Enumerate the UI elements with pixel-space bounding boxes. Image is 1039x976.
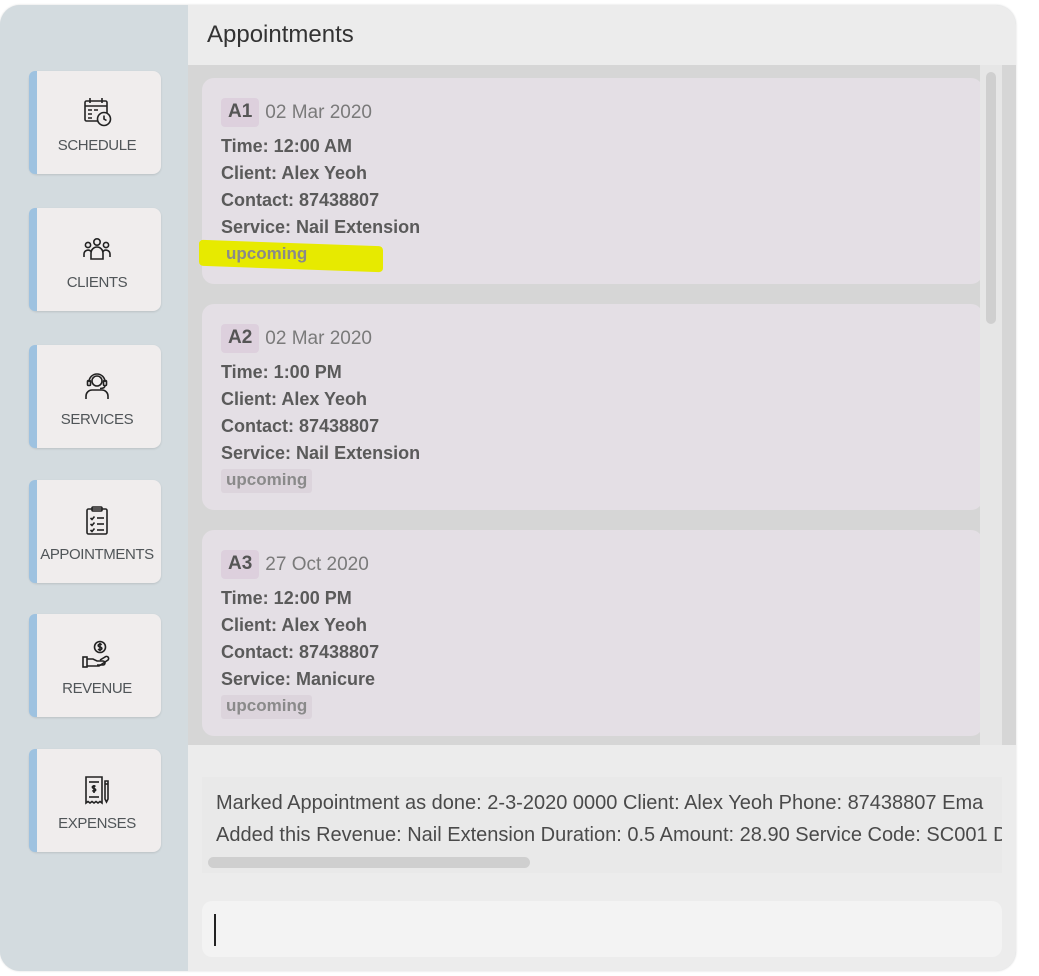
sidebar-item-label: REVENUE bbox=[62, 680, 132, 697]
appointment-list[interactable]: A1 02 Mar 2020 Time: 12:00 AM Client: Al… bbox=[188, 65, 1016, 745]
appointment-service: Service: Nail Extension bbox=[221, 217, 421, 237]
appointment-contact: Contact: 87438807 bbox=[221, 416, 380, 436]
appointment-card[interactable]: A2 02 Mar 2020 Time: 1:00 PM Client: Ale… bbox=[202, 304, 983, 510]
command-box[interactable] bbox=[202, 901, 1002, 957]
appointment-service: Service: Manicure bbox=[221, 669, 376, 689]
receipt-pen-icon bbox=[85, 776, 109, 805]
appointment-date: 02 Mar 2020 bbox=[265, 327, 372, 349]
sidebar: SCHEDULE CLIENTS SERVICES APPOINTMENTS R… bbox=[0, 5, 188, 971]
sidebar-item-clients[interactable]: CLIENTS bbox=[29, 208, 161, 311]
sidebar-item-schedule[interactable]: SCHEDULE bbox=[29, 71, 161, 174]
main-panel: Appointments A1 02 Mar 2020 Time: 12:00 … bbox=[188, 5, 1016, 971]
appointment-date: 02 Mar 2020 bbox=[265, 101, 372, 123]
appointment-client: Client: Alex Yeoh bbox=[221, 615, 368, 635]
sidebar-item-label: SCHEDULE bbox=[57, 137, 137, 154]
result-line: Added this Revenue: Nail Extension Durat… bbox=[216, 824, 1002, 846]
appointment-card[interactable]: A3 27 Oct 2020 Time: 12:00 PM Client: Al… bbox=[202, 530, 983, 736]
accent-bar bbox=[29, 749, 37, 852]
people-group-icon bbox=[83, 238, 111, 260]
appointment-time: Time: 1:00 PM bbox=[221, 362, 342, 382]
sidebar-item-appointments[interactable]: APPOINTMENTS bbox=[29, 480, 161, 583]
clipboard-checklist-icon bbox=[86, 506, 108, 535]
appointment-id-badge: A1 bbox=[221, 98, 260, 127]
appointment-client: Client: Alex Yeoh bbox=[221, 163, 368, 183]
appointment-time: Time: 12:00 AM bbox=[221, 136, 353, 156]
sidebar-item-revenue[interactable]: REVENUE bbox=[29, 614, 161, 717]
command-input[interactable] bbox=[212, 909, 986, 951]
accent-bar bbox=[29, 345, 37, 448]
calendar-clock-icon bbox=[84, 98, 112, 127]
appointment-client: Client: Alex Yeoh bbox=[221, 389, 368, 409]
appointment-time: Time: 12:00 PM bbox=[221, 588, 352, 608]
page-title: Appointments bbox=[207, 21, 354, 48]
accent-bar bbox=[29, 480, 37, 583]
appointment-id-badge: A3 bbox=[221, 550, 260, 579]
sidebar-item-label: APPOINTMENTS bbox=[40, 546, 154, 563]
sidebar-item-label: CLIENTS bbox=[66, 274, 128, 291]
status-badge: upcoming bbox=[221, 695, 313, 719]
appointment-contact: Contact: 87438807 bbox=[221, 642, 380, 662]
sidebar-item-expenses[interactable]: EXPENSES bbox=[29, 749, 161, 852]
result-line: Marked Appointment as done: 2-3-2020 000… bbox=[216, 792, 984, 814]
headset-person-icon bbox=[85, 373, 109, 399]
accent-bar bbox=[29, 614, 37, 717]
vertical-scrollbar-thumb[interactable] bbox=[986, 72, 996, 324]
status-badge: upcoming bbox=[221, 243, 312, 267]
appointment-contact: Contact: 87438807 bbox=[221, 190, 380, 210]
accent-bar bbox=[29, 208, 37, 311]
sidebar-item-label: SERVICES bbox=[60, 411, 134, 428]
sidebar-item-services[interactable]: SERVICES bbox=[29, 345, 161, 448]
appointment-card[interactable]: A1 02 Mar 2020 Time: 12:00 AM Client: Al… bbox=[202, 78, 983, 284]
appointment-id-badge: A2 bbox=[221, 324, 260, 353]
hand-dollar-icon bbox=[82, 640, 110, 668]
appointment-service: Service: Nail Extension bbox=[221, 443, 421, 463]
appointment-date: 27 Oct 2020 bbox=[265, 553, 369, 575]
horizontal-scrollbar-thumb[interactable] bbox=[208, 857, 530, 868]
status-badge: upcoming bbox=[221, 469, 313, 493]
accent-bar bbox=[29, 71, 37, 174]
sidebar-item-label: EXPENSES bbox=[58, 815, 136, 832]
app-window: SCHEDULE CLIENTS SERVICES APPOINTMENTS R… bbox=[0, 5, 1016, 971]
result-display: Marked Appointment as done: 2-3-2020 000… bbox=[202, 777, 1002, 873]
